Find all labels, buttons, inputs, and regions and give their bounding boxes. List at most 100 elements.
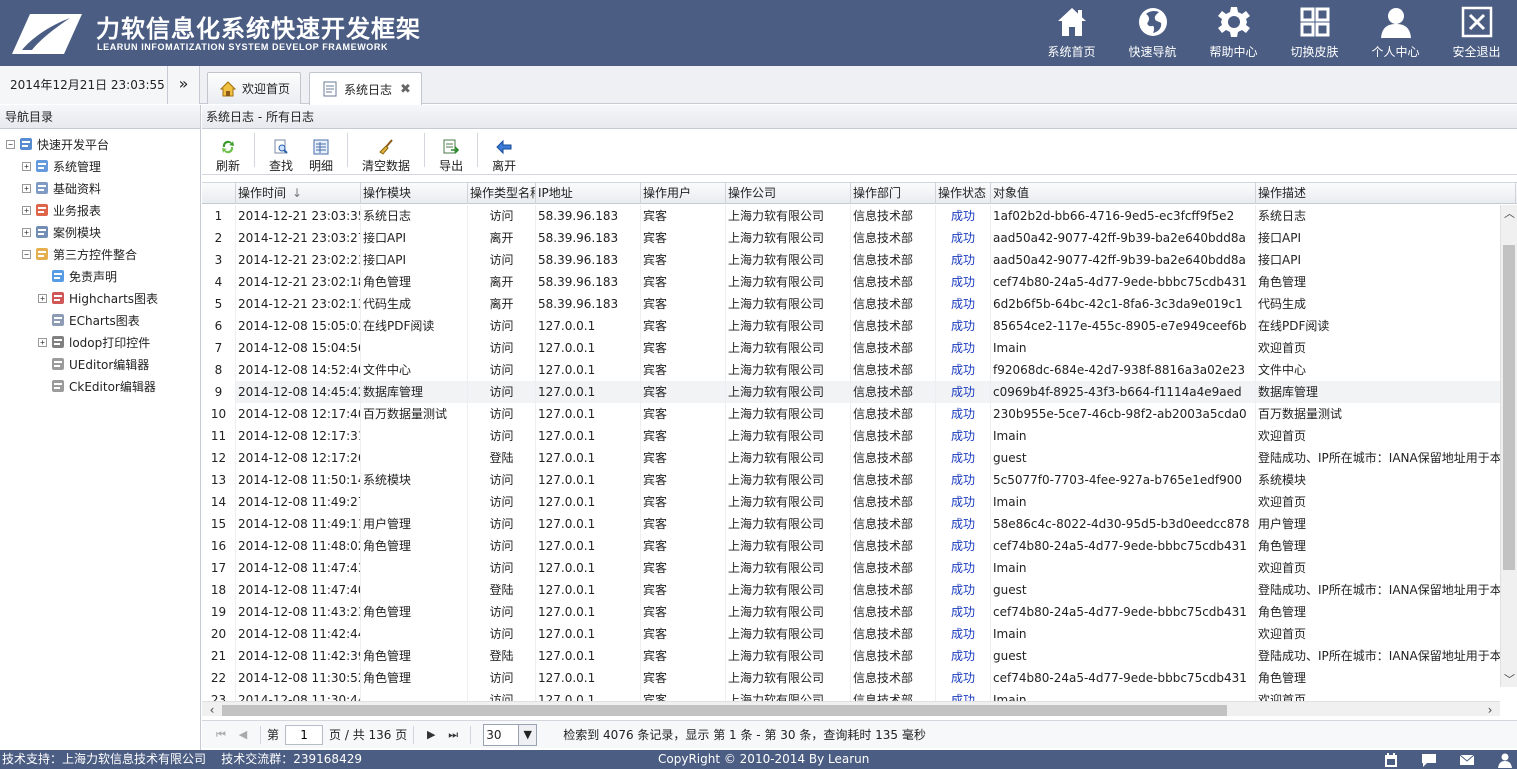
column-header-label: IP地址 — [538, 186, 573, 200]
tree-node[interactable]: + 基础资料 — [0, 177, 200, 199]
page-number-input[interactable] — [285, 724, 324, 745]
table-row[interactable]: 23 2014-12-08 11:30:44 访问 127.0.0.1 宾客 上海力软有限… — [202, 689, 1500, 701]
tree-node[interactable]: + 案例模块 — [0, 221, 200, 243]
chat-icon[interactable] — [1421, 752, 1437, 768]
table-cell: 2014-12-08 15:04:56 — [236, 337, 361, 359]
nav-quick-navigation[interactable]: 快速导航 — [1112, 0, 1193, 66]
table-row[interactable]: 19 2014-12-08 11:43:23 角色管理 访问 127.0.0.1 宾客 上海… — [202, 601, 1500, 623]
scroll-thumb[interactable] — [222, 705, 1227, 716]
table-row[interactable]: 1 2014-12-21 23:03:35 系统日志 访问 58.39.96.183 宾客… — [202, 205, 1500, 227]
vertical-scrollbar[interactable]: ︿ ﹀ — [1500, 205, 1517, 687]
table-row[interactable]: 20 2014-12-08 11:42:44 访问 127.0.0.1 宾客 上海力软有限… — [202, 623, 1500, 645]
tree-node[interactable]: + 系统管理 — [0, 155, 200, 177]
table-row[interactable]: 6 2014-12-08 15:05:03 在线PDF阅读 访问 127.0.0.1 宾客… — [202, 315, 1500, 337]
tree-node[interactable]: CkEditor编辑器 — [0, 375, 200, 397]
expand-node-icon[interactable]: + — [38, 337, 47, 347]
nav-help-center[interactable]: 帮助中心 — [1193, 0, 1274, 66]
table-row[interactable]: 11 2014-12-08 12:17:31 访问 127.0.0.1 宾客 上海力软有限… — [202, 425, 1500, 447]
clear-data-button[interactable]: 清空数据 — [354, 139, 418, 174]
column-header[interactable]: 操作公司 — [726, 183, 851, 204]
tab-system-log[interactable]: 系统日志 ✖ — [309, 72, 422, 105]
nav-safe-exit[interactable]: 安全退出 — [1436, 0, 1517, 66]
tab-welcome-home[interactable]: 欢迎首页 — [207, 72, 302, 104]
table-cell: 上海力软有限公司 — [726, 535, 851, 557]
column-header[interactable]: 操作类型名称 — [468, 183, 536, 204]
table-row[interactable]: 17 2014-12-08 11:47:43 访问 127.0.0.1 宾客 上海力软有限… — [202, 557, 1500, 579]
scroll-right-icon[interactable]: › — [1482, 702, 1498, 716]
tree-node[interactable]: − 第三方控件整合 — [0, 243, 200, 265]
nav-personal-center[interactable]: 个人中心 — [1355, 0, 1436, 66]
table-row[interactable]: 21 2014-12-08 11:42:39 角色管理 登陆 127.0.0.1 宾客 上海… — [202, 645, 1500, 667]
tree-node[interactable]: + lodop打印控件 — [0, 331, 200, 353]
tree-node[interactable]: − 快速开发平台 — [0, 133, 200, 155]
search-button[interactable]: 查找 — [261, 139, 301, 174]
tree-node[interactable]: 免责声明 — [0, 265, 200, 287]
table-cell: 2014-12-21 23:03:27 — [236, 227, 361, 249]
refresh-button[interactable]: 刷新 — [208, 139, 248, 174]
table-row[interactable]: 10 2014-12-08 12:17:40 百万数据量测试 访问 127.0.0.1 宾… — [202, 403, 1500, 425]
collapse-sidebar-button[interactable]: » — [168, 66, 200, 104]
nav-system-home[interactable]: 系统首页 — [1031, 0, 1112, 66]
table-row[interactable]: 4 2014-12-21 23:02:18 角色管理 离开 58.39.96.183 宾客… — [202, 271, 1500, 293]
scroll-left-icon[interactable]: ‹ — [204, 702, 220, 716]
tree-node[interactable]: + 业务报表 — [0, 199, 200, 221]
table-row[interactable]: 5 2014-12-21 23:02:13 代码生成 离开 58.39.96.183 宾客… — [202, 293, 1500, 315]
scroll-thumb[interactable] — [1503, 245, 1515, 570]
scroll-down-icon[interactable]: ﹀ — [1501, 671, 1517, 687]
editor-icon — [52, 358, 64, 370]
collapse-node-icon[interactable]: − — [6, 139, 15, 149]
tree-node[interactable]: ECharts图表 — [0, 309, 200, 331]
table-row[interactable]: 16 2014-12-08 11:48:02 角色管理 访问 127.0.0.1 宾客 上海… — [202, 535, 1500, 557]
prev-page-icon[interactable]: ◀ — [232, 728, 254, 741]
last-page-icon[interactable]: ⏭ — [442, 728, 464, 742]
horizontal-scrollbar[interactable]: ‹ › — [202, 701, 1500, 716]
table-row[interactable]: 8 2014-12-08 14:52:46 文件中心 访问 127.0.0.1 宾客 上海力… — [202, 359, 1500, 381]
nav-switch-skin[interactable]: 切换皮肤 — [1274, 0, 1355, 66]
close-tab-icon[interactable]: ✖ — [400, 82, 411, 97]
table-cell: Imain — [991, 557, 1256, 579]
expand-node-icon[interactable]: + — [22, 227, 31, 237]
table-row[interactable]: 14 2014-12-08 11:49:27 访问 127.0.0.1 宾客 上海力软有限… — [202, 491, 1500, 513]
table-row[interactable]: 18 2014-12-08 11:47:40 登陆 127.0.0.1 宾客 上海力软有限… — [202, 579, 1500, 601]
export-button[interactable]: 导出 — [431, 139, 471, 174]
nav-label: 个人中心 — [1371, 45, 1420, 59]
leave-button[interactable]: 离开 — [484, 139, 524, 174]
table-row[interactable]: 2 2014-12-21 23:03:27 接口API 离开 58.39.96.183 宾… — [202, 227, 1500, 249]
table-row[interactable]: 15 2014-12-08 11:49:11 用户管理 访问 127.0.0.1 宾客 上海… — [202, 513, 1500, 535]
table-row[interactable]: 3 2014-12-21 23:02:23 接口API 访问 58.39.96.183 宾… — [202, 249, 1500, 271]
table-row[interactable]: 22 2014-12-08 11:30:52 角色管理 访问 127.0.0.1 宾客 上海… — [202, 667, 1500, 689]
column-header[interactable]: IP地址 — [536, 183, 641, 204]
column-header[interactable]: 操作时间 ↓ — [236, 183, 361, 204]
column-header[interactable]: 操作状态 — [936, 183, 991, 204]
collapse-node-icon[interactable]: − — [22, 249, 31, 259]
table-cell: 角色管理 — [361, 645, 468, 667]
scroll-up-icon[interactable]: ︿ — [1501, 205, 1517, 221]
expand-node-icon[interactable]: + — [22, 205, 31, 215]
column-header[interactable]: 操作描述 — [1256, 183, 1516, 204]
table-row[interactable]: 12 2014-12-08 12:17:26 登陆 127.0.0.1 宾客 上海力软有限… — [202, 447, 1500, 469]
expand-node-icon[interactable]: + — [22, 183, 31, 193]
table-row[interactable]: 13 2014-12-08 11:50:14 系统模块 访问 127.0.0.1 宾客 上海… — [202, 469, 1500, 491]
tree-node[interactable]: UEditor编辑器 — [0, 353, 200, 375]
user-small-icon[interactable] — [1497, 752, 1513, 768]
table-cell: 成功 — [936, 271, 991, 293]
tree-node[interactable]: + Highcharts图表 — [0, 287, 200, 309]
next-page-icon[interactable]: ▶ — [420, 728, 442, 741]
column-header[interactable]: 操作部门 — [851, 183, 936, 204]
expand-node-icon[interactable]: + — [22, 161, 31, 171]
first-page-icon[interactable]: ⏮ — [210, 728, 232, 742]
column-header[interactable]: 对象值 — [991, 183, 1256, 204]
column-header[interactable]: 操作用户 — [641, 183, 726, 204]
page-size-select[interactable]: 30 ▼ — [483, 723, 538, 746]
pager: ⏮ ◀ 第 页 / 共 136 页 ▶ ⏭ 30 ▼ 检索到 4076 条记录，… — [202, 720, 1517, 748]
table-row[interactable]: 7 2014-12-08 15:04:56 访问 127.0.0.1 宾客 上海力软有限公… — [202, 337, 1500, 359]
calendar-icon[interactable] — [1383, 752, 1399, 768]
expand-node-icon[interactable]: + — [38, 293, 47, 303]
column-header[interactable]: 操作模块 — [361, 183, 468, 204]
table-cell: guest — [991, 579, 1256, 601]
detail-button[interactable]: 明细 — [301, 139, 341, 174]
page-prefix: 第 — [267, 728, 280, 742]
table-row[interactable]: 9 2014-12-08 14:45:42 数据库管理 访问 127.0.0.1 宾客 上海… — [202, 381, 1500, 403]
table-cell: 2014-12-21 23:02:13 — [236, 293, 361, 315]
mail-icon[interactable] — [1459, 752, 1475, 768]
